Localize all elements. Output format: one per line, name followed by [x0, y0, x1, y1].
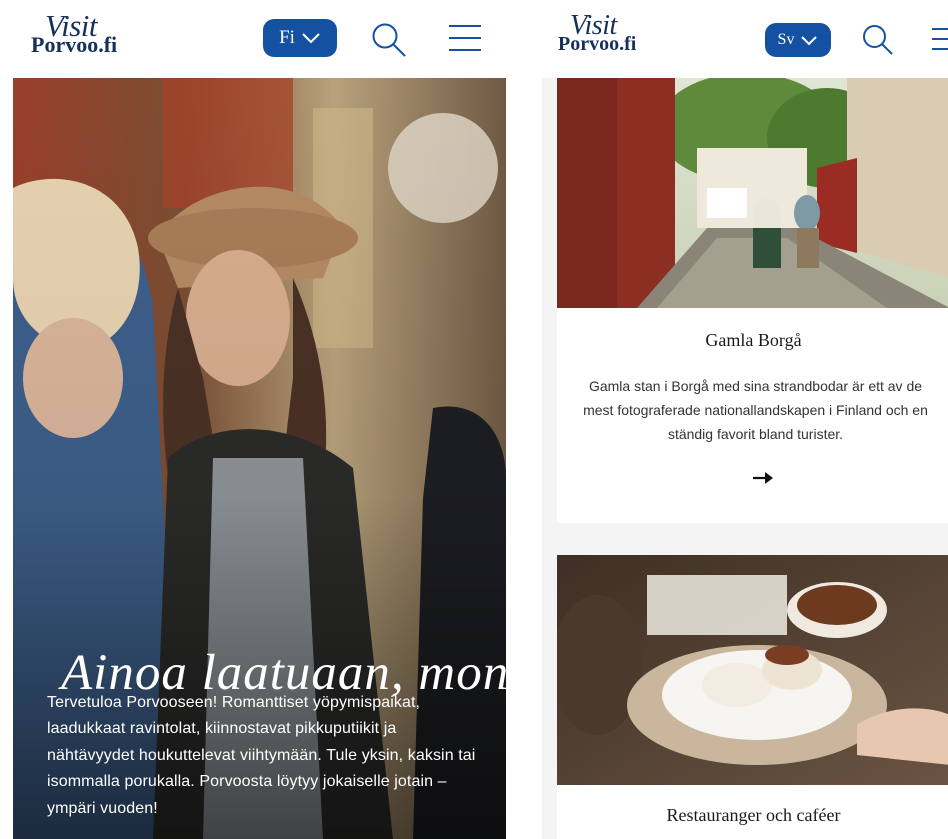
hamburger-menu-icon	[449, 25, 481, 51]
swedish-list-screen: Visit Porvoo.fi Sv Gamla Borgå Gamla sta…	[542, 0, 948, 839]
search-icon	[863, 25, 893, 55]
hero-description: Tervetuloa Porvooseen! Romanttiset yöpym…	[47, 694, 476, 817]
old-town-street-photo	[557, 78, 948, 308]
language-label: Fi	[279, 27, 295, 48]
logo-porvoo-text: Porvoo.fi	[31, 32, 118, 57]
visit-porvoo-logo[interactable]: Visit Porvoo.fi	[31, 10, 146, 62]
card-title[interactable]: Gamla Borgå	[557, 330, 948, 351]
search-icon	[372, 23, 406, 57]
arrow-right-icon	[753, 472, 773, 484]
header-bar: Visit Porvoo.fi Sv	[542, 0, 948, 78]
attraction-card-restaurants[interactable]: Restauranger och caféer	[557, 555, 948, 839]
read-more-arrow-button[interactable]	[753, 471, 773, 490]
chevron-down-icon	[302, 33, 320, 44]
logo-porvoo-text: Porvoo.fi	[558, 33, 637, 55]
language-label: Sv	[777, 31, 795, 48]
visit-porvoo-logo[interactable]: Visit Porvoo.fi	[558, 12, 658, 62]
attraction-card-gamla-borga[interactable]: Gamla Borgå Gamla stan i Borgå med sina …	[557, 78, 948, 523]
search-button[interactable]	[862, 24, 894, 61]
header-bar: Visit Porvoo.fi Fi	[0, 0, 520, 78]
hero-banner: Ainoa laatuaan, mon Tervetuloa Porvoosee…	[13, 78, 506, 839]
chevron-down-icon	[801, 35, 818, 45]
search-button[interactable]	[371, 22, 407, 63]
menu-button[interactable]	[449, 24, 481, 57]
card-title[interactable]: Restauranger och caféer	[557, 805, 948, 826]
finnish-home-screen: Visit Porvoo.fi Fi Ainoa laatuaan, mon T…	[0, 0, 520, 839]
menu-button[interactable]	[932, 27, 948, 56]
card-description: Gamla stan i Borgå med sina strandbodar …	[583, 378, 928, 442]
hamburger-menu-icon	[932, 28, 948, 50]
language-selector[interactable]: Fi	[263, 19, 337, 57]
restaurant-dessert-photo	[557, 555, 948, 785]
language-selector[interactable]: Sv	[765, 23, 831, 57]
